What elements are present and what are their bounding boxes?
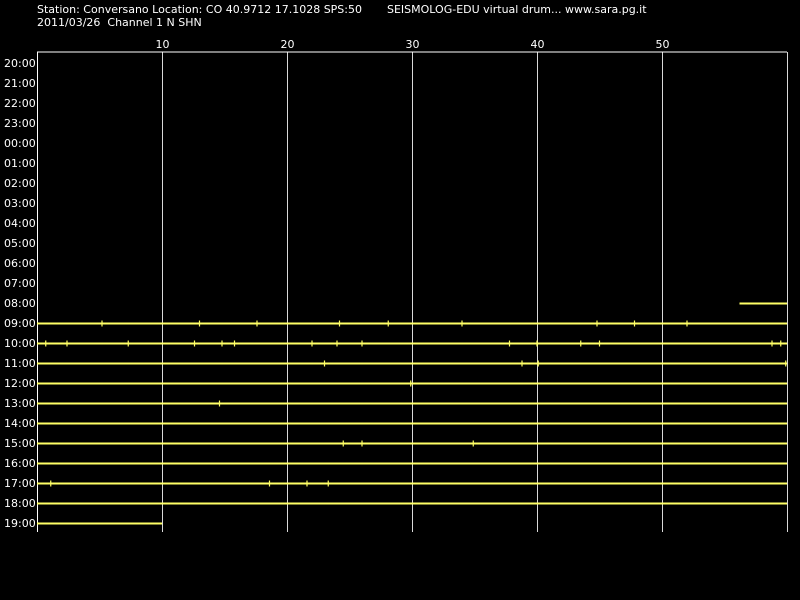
- y-tick-labels: 20:00 21:00 22:00 23:00 00:00 01:00 02:00 03:00…: [4, 57, 36, 530]
- y-tick-label: 03:00: [4, 197, 36, 210]
- x-tick-label: 20: [281, 38, 295, 51]
- y-tick-label: 09:00: [4, 317, 36, 330]
- x-tick-labels: 10 20 30 40 50: [156, 38, 670, 51]
- y-tick-label: 02:00: [4, 177, 36, 190]
- y-tick-label: 14:00: [4, 417, 36, 430]
- y-tick-label: 13:00: [4, 397, 36, 410]
- y-tick-label: 23:00: [4, 117, 36, 130]
- y-tick-label: 16:00: [4, 457, 36, 470]
- y-tick-label: 20:00: [4, 57, 36, 70]
- y-tick-label: 01:00: [4, 157, 36, 170]
- y-tick-label: 21:00: [4, 77, 36, 90]
- x-tick-label: 10: [156, 38, 170, 51]
- grid-lines: [37, 51, 788, 532]
- x-tick-label: 30: [406, 38, 420, 51]
- y-tick-label: 08:00: [4, 297, 36, 310]
- y-tick-label: 07:00: [4, 277, 36, 290]
- y-tick-label: 18:00: [4, 497, 36, 510]
- x-tick-label: 40: [531, 38, 545, 51]
- y-tick-label: 12:00: [4, 377, 36, 390]
- y-tick-label: 15:00: [4, 437, 36, 450]
- x-tick-label: 50: [656, 38, 670, 51]
- y-tick-label: 10:00: [4, 337, 36, 350]
- y-tick-label: 17:00: [4, 477, 36, 490]
- y-tick-label: 11:00: [4, 357, 36, 370]
- y-tick-label: 06:00: [4, 257, 36, 270]
- y-tick-label: 19:00: [4, 517, 36, 530]
- y-tick-label: 22:00: [4, 97, 36, 110]
- y-tick-label: 05:00: [4, 237, 36, 250]
- y-tick-label: 00:00: [4, 137, 36, 150]
- seismogram-drum-chart: 10 20 30 40 50 20:00 21:00 22:00 23:00 00:00 01:0…: [4, 38, 788, 532]
- y-tick-label: 04:00: [4, 217, 36, 230]
